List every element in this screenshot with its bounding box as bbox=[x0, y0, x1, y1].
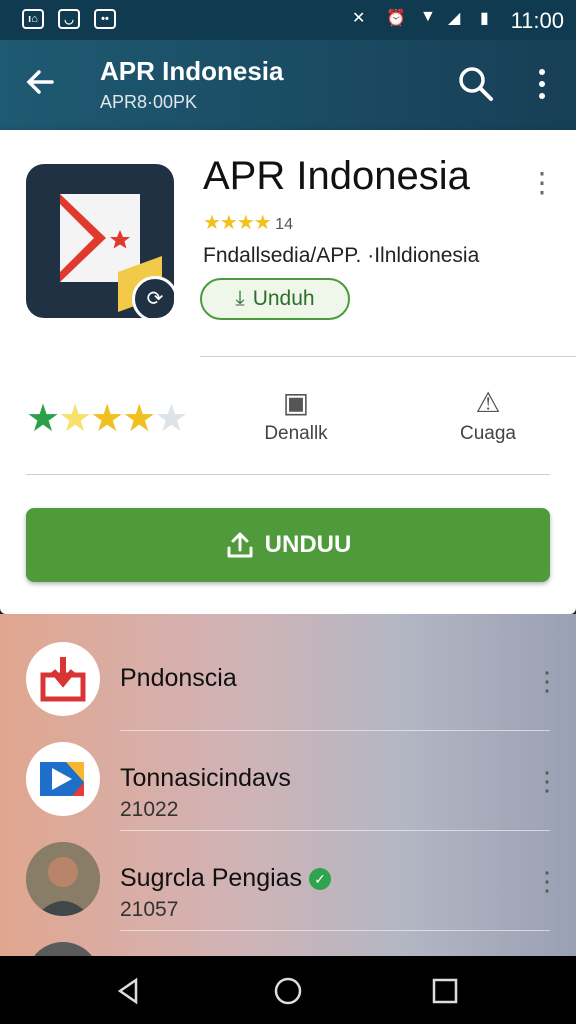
sync-badge-icon: ⟳ bbox=[132, 276, 174, 318]
app-title: APR Indonesia bbox=[203, 154, 470, 198]
stat-downloads: ▣ Denallk bbox=[236, 386, 356, 445]
star-icon: ★ bbox=[90, 398, 124, 440]
app-detail-card: ⟳ APR Indonesia ★★★★ 14 Fndallsedia/APP.… bbox=[0, 130, 576, 614]
mute-icon: ✕ bbox=[352, 10, 366, 27]
download-button[interactable]: UNDUU bbox=[26, 508, 550, 582]
stat-category: ⚠ Cuaga bbox=[428, 386, 548, 445]
list-item-title: Sugrcla Pengias ✓ bbox=[120, 864, 332, 893]
star-icon: ★ bbox=[122, 398, 156, 440]
list-item-menu-icon[interactable]: ⋮ bbox=[534, 766, 560, 800]
list-item[interactable]: Sugrcla Pengias ✓ 21057 ⋮ bbox=[0, 814, 576, 921]
navigation-bar bbox=[0, 956, 576, 1024]
divider bbox=[26, 474, 550, 475]
play-arrow-icon bbox=[26, 742, 100, 816]
divider bbox=[200, 356, 576, 357]
list-item-title: Tonnasicindavs bbox=[120, 764, 291, 792]
list-item[interactable]: Tonnasicindavs 21022 ⋮ bbox=[0, 714, 576, 821]
recents-nav-icon[interactable] bbox=[430, 976, 460, 1006]
download-box-icon bbox=[26, 642, 100, 716]
app-list: Pndonscia ⋮ Tonnasicindavs 21022 ⋮ Sugrc… bbox=[0, 614, 576, 1016]
ay-badge-icon: ▣ bbox=[282, 387, 310, 418]
app-logo-icon: ⟳ bbox=[26, 164, 174, 318]
download-button-label: UNDUU bbox=[264, 531, 352, 558]
back-arrow-icon[interactable] bbox=[22, 64, 58, 100]
verified-check-icon: ✓ bbox=[309, 868, 332, 891]
overflow-menu-icon[interactable] bbox=[532, 66, 552, 102]
wifi-icon: ▼ bbox=[420, 8, 436, 25]
status-bar: ı⌂ ◡ •• ✕ ⏰ ▼ ◢ ▮ 11:00 bbox=[0, 0, 576, 40]
app-bar: APR Indonesia APR8·00PK bbox=[0, 40, 576, 130]
list-item-menu-icon[interactable]: ⋮ bbox=[534, 666, 560, 700]
app-bar-subtitle: APR8·00PK bbox=[100, 92, 198, 112]
list-item[interactable]: Pndonscia ⋮ bbox=[0, 614, 576, 716]
smile-icon: ◡ bbox=[58, 9, 80, 29]
rating-bar: ★★★★★ bbox=[26, 396, 188, 441]
home-nav-icon[interactable] bbox=[273, 976, 303, 1006]
list-item-menu-icon[interactable]: ⋮ bbox=[534, 866, 560, 900]
battery-icon: ▮ bbox=[480, 10, 489, 27]
back-nav-icon[interactable] bbox=[114, 976, 144, 1006]
rating-stars-icon: ★★★★ bbox=[203, 212, 272, 234]
star-icon: ★ bbox=[26, 398, 60, 440]
upload-icon bbox=[227, 532, 253, 558]
dots-icon: •• bbox=[94, 9, 116, 29]
triangle-plus-icon: ⚠ bbox=[475, 387, 501, 418]
developer-name: Fndallsedia/APP. ·Ilnldionesia bbox=[203, 244, 480, 267]
person-avatar bbox=[26, 842, 100, 916]
star-icon: ★ bbox=[154, 398, 188, 440]
app-rating: ★★★★ 14 bbox=[203, 210, 293, 235]
clock: 11:00 bbox=[510, 8, 564, 33]
alarm-icon: ⏰ bbox=[386, 10, 406, 27]
app-bar-title: APR Indonesia bbox=[100, 56, 284, 86]
list-item-subtitle: 21057 bbox=[120, 898, 179, 921]
download-icon: ⤓ bbox=[235, 287, 245, 310]
stat-category-label: Cuaga bbox=[460, 423, 516, 444]
divider bbox=[120, 930, 550, 931]
star-icon: ★ bbox=[58, 398, 92, 440]
search-icon[interactable] bbox=[456, 64, 496, 104]
install-button[interactable]: ⤓ Unduh bbox=[200, 278, 350, 320]
signal-icon: ◢ bbox=[448, 10, 461, 27]
install-button-label: Unduh bbox=[252, 287, 315, 310]
rating-count: 14 bbox=[275, 216, 293, 233]
stat-downloads-label: Denallk bbox=[264, 423, 328, 444]
card-overflow-menu-icon[interactable]: ⋮ bbox=[528, 166, 556, 200]
list-item-title: Pndonscia bbox=[120, 664, 237, 692]
image-icon: ı⌂ bbox=[22, 9, 44, 29]
